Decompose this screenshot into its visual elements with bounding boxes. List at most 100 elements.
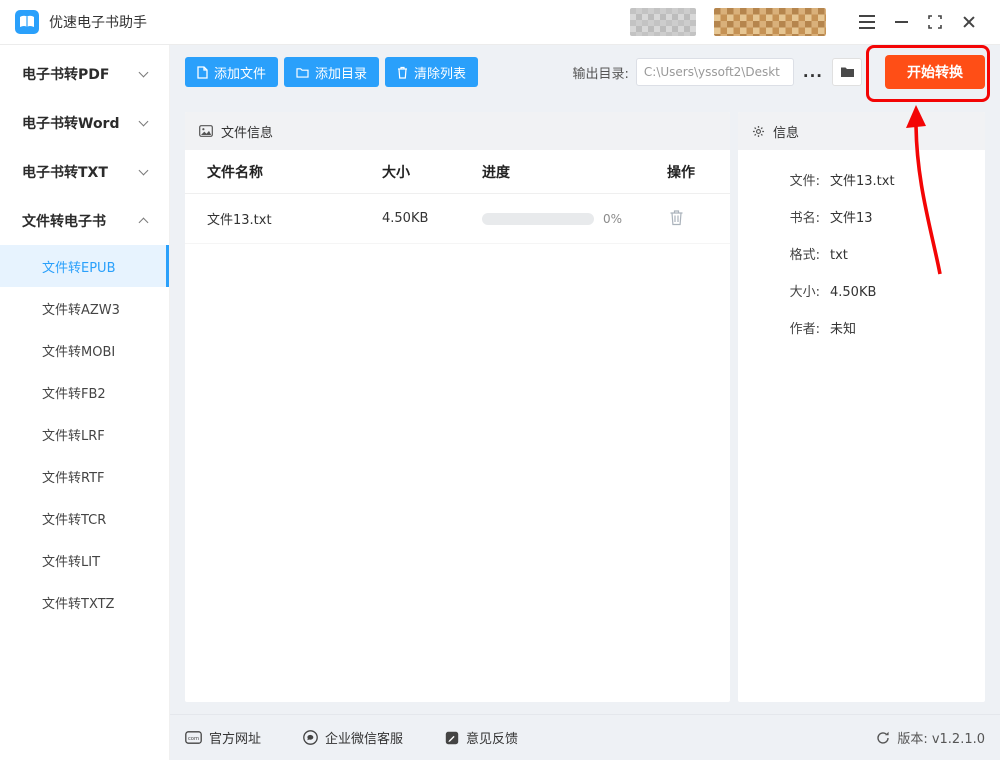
sidebar-item-label: 文件转EPUB: [42, 260, 116, 276]
col-header-size: 大小: [382, 164, 410, 181]
sidebar-group-label: 文件转电子书: [22, 213, 106, 230]
sidebar-item-label: 文件转TCR: [42, 512, 107, 528]
clear-list-label: 清除列表: [414, 66, 467, 82]
sidebar-item-file-to-mobi[interactable]: 文件转MOBI: [0, 329, 169, 371]
sidebar-item-file-to-azw3[interactable]: 文件转AZW3: [0, 287, 169, 329]
sidebar-group-ebook-to-txt[interactable]: 电子书转TXT: [0, 147, 169, 196]
hamburger-icon: [859, 15, 875, 29]
svg-text:com: com: [188, 736, 199, 742]
app-logo-icon: [15, 10, 39, 34]
add-folder-button[interactable]: 添加目录: [284, 57, 380, 87]
col-header-filename: 文件名称: [207, 164, 263, 181]
output-path-input[interactable]: [635, 58, 794, 86]
file-icon: [197, 65, 208, 79]
chevron-down-icon: [138, 165, 149, 175]
gear-icon: [752, 125, 765, 137]
info-value: 未知: [830, 322, 857, 337]
table-row: 文件13.txt 4.50KB 0%: [185, 194, 730, 244]
sidebar-item-label: 文件转FB2: [42, 386, 106, 402]
sidebar-group-label: 电子书转Word: [22, 115, 120, 132]
info-value: txt: [830, 248, 848, 263]
title-bar: 优速电子书助手: [0, 0, 1000, 45]
fullscreen-icon: [928, 15, 942, 29]
chevron-down-icon: [138, 67, 149, 77]
minimize-icon: [894, 21, 908, 23]
sidebar-item-file-to-lit[interactable]: 文件转LIT: [0, 539, 169, 581]
sidebar-item-file-to-epub[interactable]: 文件转EPUB: [0, 245, 169, 287]
official-site-label: 官方网址: [209, 732, 262, 747]
info-row-bookname: 书名: 文件13: [756, 209, 967, 229]
col-header-action: 操作: [667, 164, 695, 181]
info-body: 文件: 文件13.txt 书名: 文件13 格式: txt 大小: 4.50KB…: [738, 150, 985, 340]
cell-action: [667, 207, 708, 231]
wechat-service-label: 企业微信客服: [325, 732, 404, 747]
info-row-format: 格式: txt: [756, 246, 967, 266]
main-area: 添加文件 添加目录 清除列表 输出目录: ... 开始转换: [170, 45, 1000, 760]
file-info-header: 文件信息: [185, 112, 730, 150]
sidebar-item-file-to-tcr[interactable]: 文件转TCR: [0, 497, 169, 539]
col-header-progress: 进度: [482, 164, 510, 181]
trash-icon: [398, 66, 408, 79]
sidebar-item-label: 文件转LRF: [42, 428, 105, 444]
start-convert-button[interactable]: 开始转换: [885, 55, 985, 89]
sidebar-item-file-to-txtz[interactable]: 文件转TXTZ: [0, 581, 169, 623]
add-folder-label: 添加目录: [315, 66, 368, 82]
sidebar-group-label: 电子书转PDF: [22, 66, 110, 83]
sidebar-group-label: 电子书转TXT: [22, 164, 108, 181]
chevron-up-icon: [138, 217, 149, 228]
progress-bar: [482, 212, 594, 225]
com-badge-icon: com: [185, 731, 202, 744]
open-folder-button[interactable]: [832, 58, 862, 86]
window-title: 优速电子书助手: [49, 15, 147, 31]
sidebar-item-label: 文件转TXTZ: [42, 596, 115, 612]
sidebar-group-ebook-to-word[interactable]: 电子书转Word: [0, 98, 169, 147]
folder-icon: [840, 67, 854, 77]
info-value: 文件13: [830, 211, 873, 226]
sidebar-item-file-to-lrf[interactable]: 文件转LRF: [0, 413, 169, 455]
sidebar-item-label: 文件转MOBI: [42, 344, 116, 360]
info-label: 书名:: [789, 211, 820, 226]
sidebar-item-file-to-fb2[interactable]: 文件转FB2: [0, 371, 169, 413]
clear-list-button[interactable]: 清除列表: [385, 57, 479, 87]
sidebar-item-label: 文件转RTF: [42, 470, 105, 486]
redacted-info-block-2: [714, 8, 826, 36]
file-info-panel: 文件信息 文件名称 大小 进度 操作 文件13.txt 4.50KB 0%: [185, 112, 730, 702]
browse-more-button[interactable]: ...: [801, 63, 825, 81]
output-group: 输出目录: ... 开始转换: [573, 55, 985, 89]
sidebar-group-ebook-to-pdf[interactable]: 电子书转PDF: [0, 49, 169, 98]
folder-icon: [296, 67, 309, 78]
official-site-link[interactable]: com 官方网址: [185, 728, 261, 747]
trash-icon: [670, 209, 683, 225]
info-label: 格式:: [789, 248, 820, 263]
wechat-service-link[interactable]: 企业微信客服: [303, 728, 403, 747]
image-card-icon: [199, 125, 213, 137]
info-row-file: 文件: 文件13.txt: [756, 172, 967, 192]
refresh-icon[interactable]: [876, 731, 890, 745]
chevron-down-icon: [138, 116, 149, 126]
feedback-label: 意见反馈: [466, 732, 519, 747]
progress-percent: 0%: [603, 211, 623, 226]
feedback-link[interactable]: 意见反馈: [445, 728, 518, 747]
sidebar: 电子书转PDF 电子书转Word 电子书转TXT 文件转电子书 文件转EPUB …: [0, 45, 170, 760]
menu-button[interactable]: [850, 5, 884, 39]
panels: 文件信息 文件名称 大小 进度 操作 文件13.txt 4.50KB 0% 信息…: [185, 112, 985, 702]
cell-filename: 文件13.txt: [207, 213, 272, 228]
info-row-author: 作者: 未知: [756, 320, 967, 340]
info-row-size: 大小: 4.50KB: [756, 283, 967, 303]
close-icon: [962, 15, 976, 29]
info-value: 4.50KB: [830, 285, 877, 300]
chat-circle-icon: [303, 730, 318, 745]
version-area: 版本: v1.2.1.0: [876, 728, 985, 747]
close-button[interactable]: [952, 5, 986, 39]
file-info-title: 文件信息: [221, 125, 274, 141]
maximize-button[interactable]: [918, 5, 952, 39]
info-label: 作者:: [789, 322, 820, 337]
sidebar-group-file-to-ebook[interactable]: 文件转电子书: [0, 196, 169, 245]
minimize-button[interactable]: [884, 5, 918, 39]
add-file-button[interactable]: 添加文件: [185, 57, 279, 87]
sidebar-item-file-to-rtf[interactable]: 文件转RTF: [0, 455, 169, 497]
add-file-label: 添加文件: [214, 66, 267, 82]
delete-row-button[interactable]: [667, 207, 686, 231]
sidebar-item-label: 文件转AZW3: [42, 302, 120, 318]
info-value: 文件13.txt: [830, 174, 895, 189]
